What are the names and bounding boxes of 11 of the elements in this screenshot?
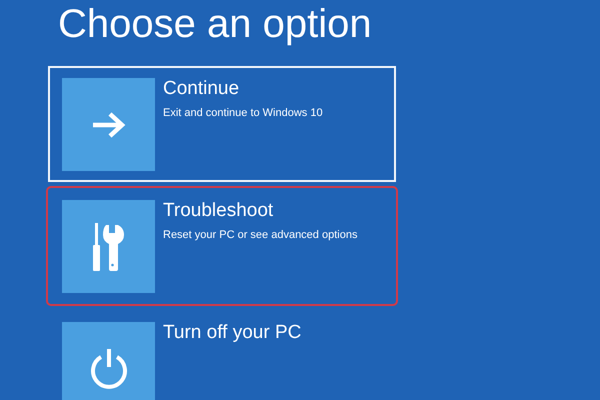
option-label: Continue — [163, 78, 240, 100]
tools-icon — [92, 222, 126, 270]
screen-title: Choose an option — [58, 1, 373, 48]
option-tile[interactable]: Troubleshoot Reset your PC or see advanced options — [48, 188, 396, 304]
option-tile[interactable]: Continue Exit and continue to Windows 10 — [48, 66, 396, 182]
option-description: Exit and continue to Windows 10 — [163, 106, 323, 120]
option-label: Turn off your PC — [163, 322, 302, 344]
arrow-icon — [90, 110, 126, 138]
option-description: Reset your PC or see advanced options — [163, 228, 358, 242]
power-icon — [88, 346, 128, 390]
option-label: Troubleshoot — [163, 200, 274, 222]
